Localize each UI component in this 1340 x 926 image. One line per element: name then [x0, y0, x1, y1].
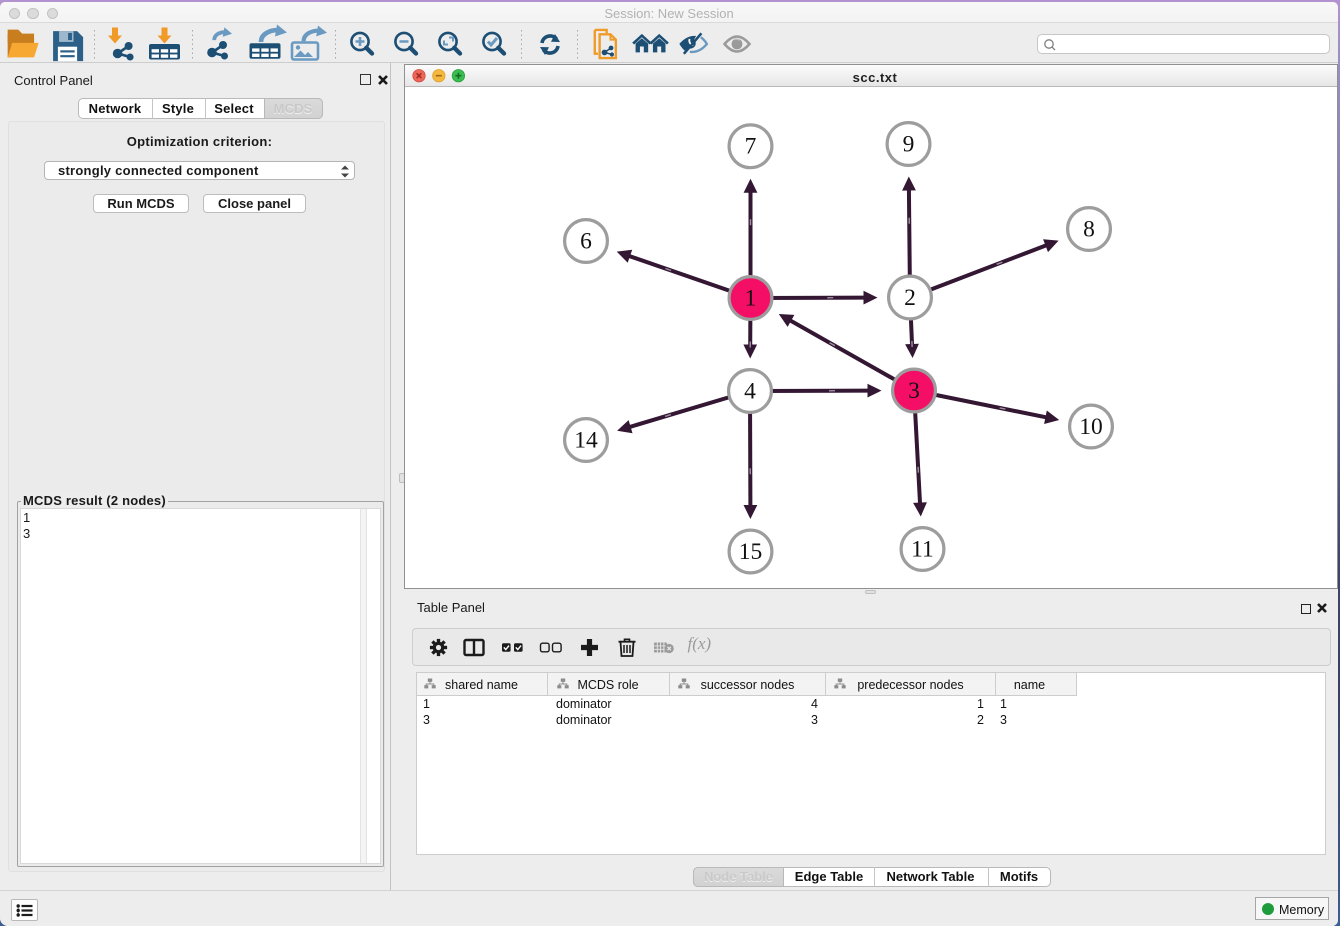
- svg-text:15: 15: [739, 539, 763, 565]
- svg-text:3: 3: [908, 378, 920, 404]
- svg-text:11: 11: [911, 536, 934, 562]
- svg-text:4: 4: [744, 378, 756, 404]
- svg-text:8: 8: [1083, 216, 1095, 242]
- svg-text:6: 6: [580, 228, 592, 254]
- svg-text:7: 7: [745, 134, 757, 160]
- svg-text:10: 10: [1079, 414, 1103, 440]
- svg-text:9: 9: [903, 131, 915, 157]
- svg-text:1: 1: [745, 285, 757, 311]
- svg-text:2: 2: [904, 285, 916, 311]
- svg-text:14: 14: [574, 427, 598, 453]
